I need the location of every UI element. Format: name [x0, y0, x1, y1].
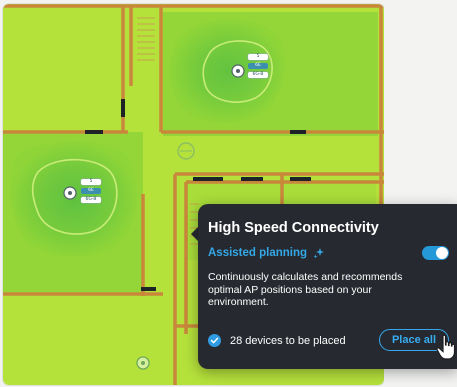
ap-left-label-3: 6G-B [81, 197, 101, 203]
high-speed-connectivity-popover: High Speed Connectivity Assisted plannin… [198, 204, 457, 369]
ap-top-label-1: 5 [248, 54, 268, 60]
sparkle-icon [313, 248, 325, 259]
ap-top-label-3: 6G-B [248, 72, 268, 78]
ap-left-label-2: 6E [81, 188, 101, 194]
ap-icon-top-dot [236, 69, 240, 73]
coverage-zone-top [169, 19, 286, 123]
devices-status-row: 28 devices to be placed [208, 334, 346, 347]
ap-top-label-2: 6E [248, 63, 268, 69]
toggle-knob [436, 247, 448, 259]
popover-title: High Speed Connectivity [208, 220, 379, 236]
popover-description: Continuously calculates and recommends o… [208, 271, 403, 308]
check-circle-icon [208, 334, 221, 347]
hand-cursor-icon [436, 334, 456, 360]
ap-icon-left-dot [68, 191, 72, 195]
ap-marker-bottom-dot [141, 361, 145, 365]
devices-to-place-text: 28 devices to be placed [230, 334, 346, 347]
assisted-planning-label: Assisted planning [208, 247, 308, 259]
ap-left-label-1: 5 [81, 179, 101, 185]
assisted-planning-toggle[interactable] [422, 246, 449, 260]
assisted-planning-row: Assisted planning [208, 247, 325, 259]
